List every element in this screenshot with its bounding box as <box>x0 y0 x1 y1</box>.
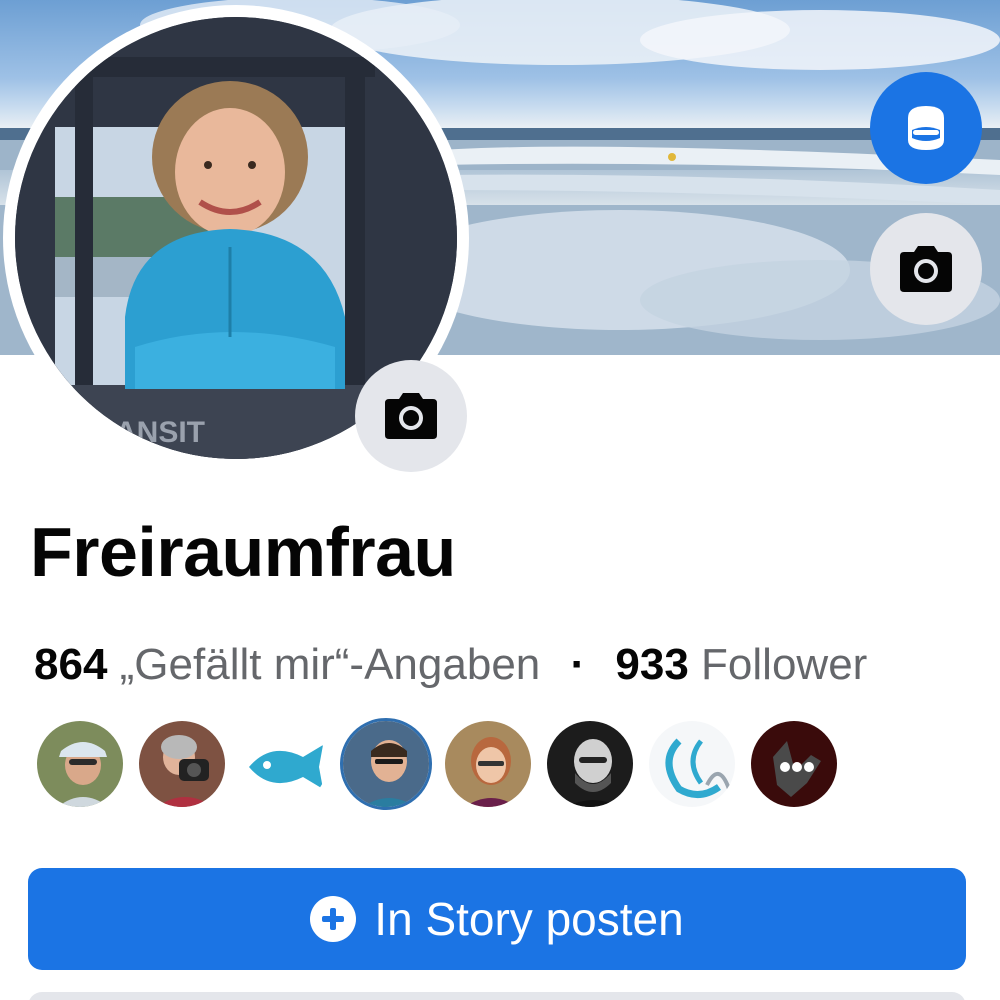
page-title: Freiraumfrau <box>30 513 456 591</box>
wave-logo <box>649 721 735 807</box>
edit-profile-picture-button[interactable] <box>355 360 467 472</box>
friend-avatar[interactable] <box>544 718 636 810</box>
friend-avatar[interactable] <box>646 718 738 810</box>
page-stats[interactable]: 864 „Gefällt mir“-Angaben · 933 Follower <box>34 640 867 690</box>
likes-count: 864 <box>34 640 108 689</box>
more-friends-button[interactable] <box>748 718 840 810</box>
plus-circle-icon <box>310 896 357 942</box>
friend-avatar[interactable] <box>238 718 330 810</box>
post-to-story-label: In Story posten <box>374 893 684 945</box>
friend-avatar[interactable] <box>442 718 534 810</box>
friend-photo <box>139 721 225 807</box>
van-text: ANSIT <box>115 416 205 449</box>
friend-avatar[interactable] <box>34 718 126 810</box>
fish-logo <box>241 721 327 807</box>
friend-photo <box>547 721 633 807</box>
camera-icon <box>385 393 437 439</box>
secondary-action-button[interactable] <box>28 992 966 1000</box>
friend-avatar[interactable] <box>136 718 228 810</box>
avatar-creator-icon <box>908 106 944 150</box>
edit-cover-button[interactable] <box>870 213 982 325</box>
separator: · <box>570 640 586 689</box>
more-icon <box>751 721 837 807</box>
post-to-story-button[interactable]: In Story posten <box>28 868 966 970</box>
avatar-creator-button[interactable] <box>870 72 982 184</box>
followers-count: 933 <box>615 640 689 689</box>
followers-label: Follower <box>701 640 868 689</box>
camera-icon <box>900 246 952 292</box>
friend-avatar[interactable] <box>340 718 432 810</box>
friend-photo <box>343 721 429 807</box>
likes-label: „Gefällt mir“-Angaben <box>119 640 541 689</box>
friend-photo <box>445 721 531 807</box>
friend-photo <box>37 721 123 807</box>
